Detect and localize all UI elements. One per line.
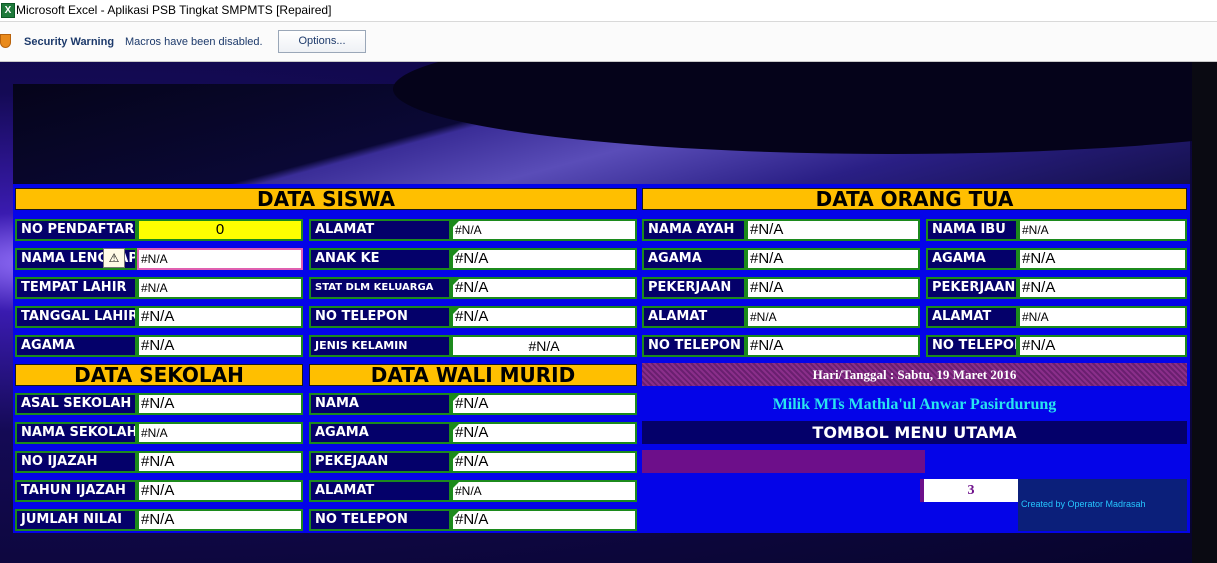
value-alamat-ibu[interactable]: #N/A (1018, 306, 1187, 328)
label-alamat-wali: ALAMAT (309, 480, 451, 502)
sheet-edge (1192, 62, 1217, 563)
value-stat-keluarga-text: #N/A (455, 279, 489, 296)
error-warning-icon[interactable]: ⚠ (103, 248, 125, 268)
security-warning-title: Security Warning (24, 36, 115, 48)
label-no-telepon-ayah: NO TELEPON (642, 335, 746, 357)
value-alamat[interactable]: #N/A (451, 219, 637, 241)
window-title: Microsoft Excel - Aplikasi PSB Tingkat S… (16, 3, 332, 17)
value-no-telepon-ibu[interactable]: #N/A (1018, 335, 1187, 357)
label-tahun-ijazah: TAHUN IJAZAH (15, 480, 137, 502)
value-alamat-text: #N/A (455, 223, 482, 237)
value-no-ijazah[interactable]: #N/A (137, 451, 303, 473)
label-asal-sekolah: ASAL SEKOLAH (15, 393, 137, 415)
label-agama: AGAMA (15, 335, 137, 357)
value-no-telepon-siswa[interactable]: #N/A (451, 306, 637, 328)
value-no-telepon-wali[interactable]: #N/A (451, 509, 637, 531)
menu-button-bar[interactable] (642, 450, 925, 473)
label-alamat: ALAMAT (309, 219, 451, 241)
data-wali-header: DATA WALI MURID (309, 364, 637, 386)
cell-marker (453, 250, 459, 256)
value-alamat-ayah[interactable]: #N/A (746, 306, 920, 328)
label-pekerjaan-ibu: PEKERJAAN (926, 277, 1018, 299)
value-nama-wali-text: #N/A (455, 395, 489, 412)
value-pekerjaan-ayah[interactable]: #N/A (746, 277, 920, 299)
value-no-telepon-siswa-text: #N/A (455, 308, 489, 325)
cell-marker (453, 453, 459, 459)
value-stat-keluarga[interactable]: #N/A (451, 277, 637, 299)
label-nama-ayah: NAMA AYAH (642, 219, 746, 241)
value-alamat-wali-text: #N/A (455, 484, 482, 498)
label-anak-ke: ANAK KE (309, 248, 451, 270)
value-nama-sekolah[interactable]: #N/A (137, 422, 303, 444)
label-no-ijazah: NO IJAZAH (15, 451, 137, 473)
date-display: Hari/Tanggal : Sabtu, 19 Maret 2016 (642, 363, 1187, 386)
cell-marker (453, 511, 459, 517)
owner-text: Milik MTs Mathla'ul Anwar Pasirdurung (772, 396, 1057, 413)
label-no-telepon-ibu: NO TELEPON (926, 335, 1018, 357)
label-no-pendaftar: NO PENDAFTAR (15, 219, 137, 241)
value-pekerjaan-ibu[interactable]: #N/A (1018, 277, 1187, 299)
security-warning-bar: Security Warning Macros have been disabl… (0, 22, 1217, 62)
value-agama[interactable]: #N/A (137, 335, 303, 357)
label-tanggal-lahir: TANGGAL LAHIR (15, 306, 137, 328)
value-nama-lengkap[interactable]: #N/A (137, 248, 303, 270)
value-pekerjaan-wali-text: #N/A (455, 453, 489, 470)
value-pekerjaan-wali[interactable]: #N/A (451, 451, 637, 473)
value-jumlah-nilai[interactable]: #N/A (137, 509, 303, 531)
value-no-pendaftar[interactable]: 0 (137, 219, 303, 241)
cell-marker (453, 308, 459, 314)
label-agama-ibu: AGAMA (926, 248, 1018, 270)
cell-marker (453, 482, 459, 488)
data-orang-tua-header: DATA ORANG TUA (642, 188, 1187, 210)
excel-icon[interactable]: X (1, 3, 15, 18)
cell-marker (453, 279, 459, 285)
label-stat-keluarga: STAT DLM KELUARGA (309, 277, 451, 299)
value-tanggal-lahir[interactable]: #N/A (137, 306, 303, 328)
value-anak-ke[interactable]: #N/A (451, 248, 637, 270)
banner-curve (393, 62, 1217, 154)
data-siswa-header: DATA SISWA (15, 188, 637, 210)
main-menu-title: TOMBOL MENU UTAMA (642, 421, 1187, 444)
label-nama-ibu: NAMA IBU (926, 219, 1018, 241)
title-bar: X Microsoft Excel - Aplikasi PSB Tingkat… (0, 0, 1217, 22)
value-tahun-ijazah[interactable]: #N/A (137, 480, 303, 502)
label-agama-wali: AGAMA (309, 422, 451, 444)
value-no-telepon-ayah[interactable]: #N/A (746, 335, 920, 357)
value-nama-ibu[interactable]: #N/A (1018, 219, 1187, 241)
counter-cell[interactable]: 3 (920, 479, 1018, 502)
label-no-telepon-wali: NO TELEPON (309, 509, 451, 531)
cell-marker (453, 221, 459, 227)
value-anak-ke-text: #N/A (455, 250, 489, 267)
label-tempat-lahir: TEMPAT LAHIR (15, 277, 137, 299)
label-nama-sekolah: NAMA SEKOLAH (15, 422, 137, 444)
value-jenis-kelamin[interactable]: #N/A (451, 335, 637, 357)
shield-warning-icon (0, 34, 11, 48)
label-pekerjaan-ayah: PEKERJAAN (642, 277, 746, 299)
label-jumlah-nilai: JUMLAH NILAI (15, 509, 137, 531)
value-agama-wali[interactable]: #N/A (451, 422, 637, 444)
label-alamat-ayah: ALAMAT (642, 306, 746, 328)
value-agama-ayah[interactable]: #N/A (746, 248, 920, 270)
label-no-telepon-siswa: NO TELEPON (309, 306, 451, 328)
value-no-telepon-wali-text: #N/A (455, 511, 489, 528)
label-nama-wali: NAMA (309, 393, 451, 415)
value-nama-wali[interactable]: #N/A (451, 393, 637, 415)
value-agama-wali-text: #N/A (455, 424, 489, 441)
banner-image (13, 62, 1217, 184)
data-sekolah-header: DATA SEKOLAH (15, 364, 303, 386)
value-alamat-wali[interactable]: #N/A (451, 480, 637, 502)
value-nama-ayah[interactable]: #N/A (746, 219, 920, 241)
cell-marker (453, 395, 459, 401)
label-agama-ayah: AGAMA (642, 248, 746, 270)
value-agama-ibu[interactable]: #N/A (1018, 248, 1187, 270)
label-alamat-ibu: ALAMAT (926, 306, 1018, 328)
security-warning-message: Macros have been disabled. (125, 36, 263, 48)
cell-marker (453, 424, 459, 430)
label-pekerjaan-wali: PEKEJAAN (309, 451, 451, 473)
options-button[interactable]: Options... (278, 30, 366, 53)
value-tempat-lahir[interactable]: #N/A (137, 277, 303, 299)
credit-text: Created by Operator Madrasah (1018, 479, 1187, 531)
value-asal-sekolah[interactable]: #N/A (137, 393, 303, 415)
label-jenis-kelamin: JENIS KELAMIN (309, 335, 451, 357)
